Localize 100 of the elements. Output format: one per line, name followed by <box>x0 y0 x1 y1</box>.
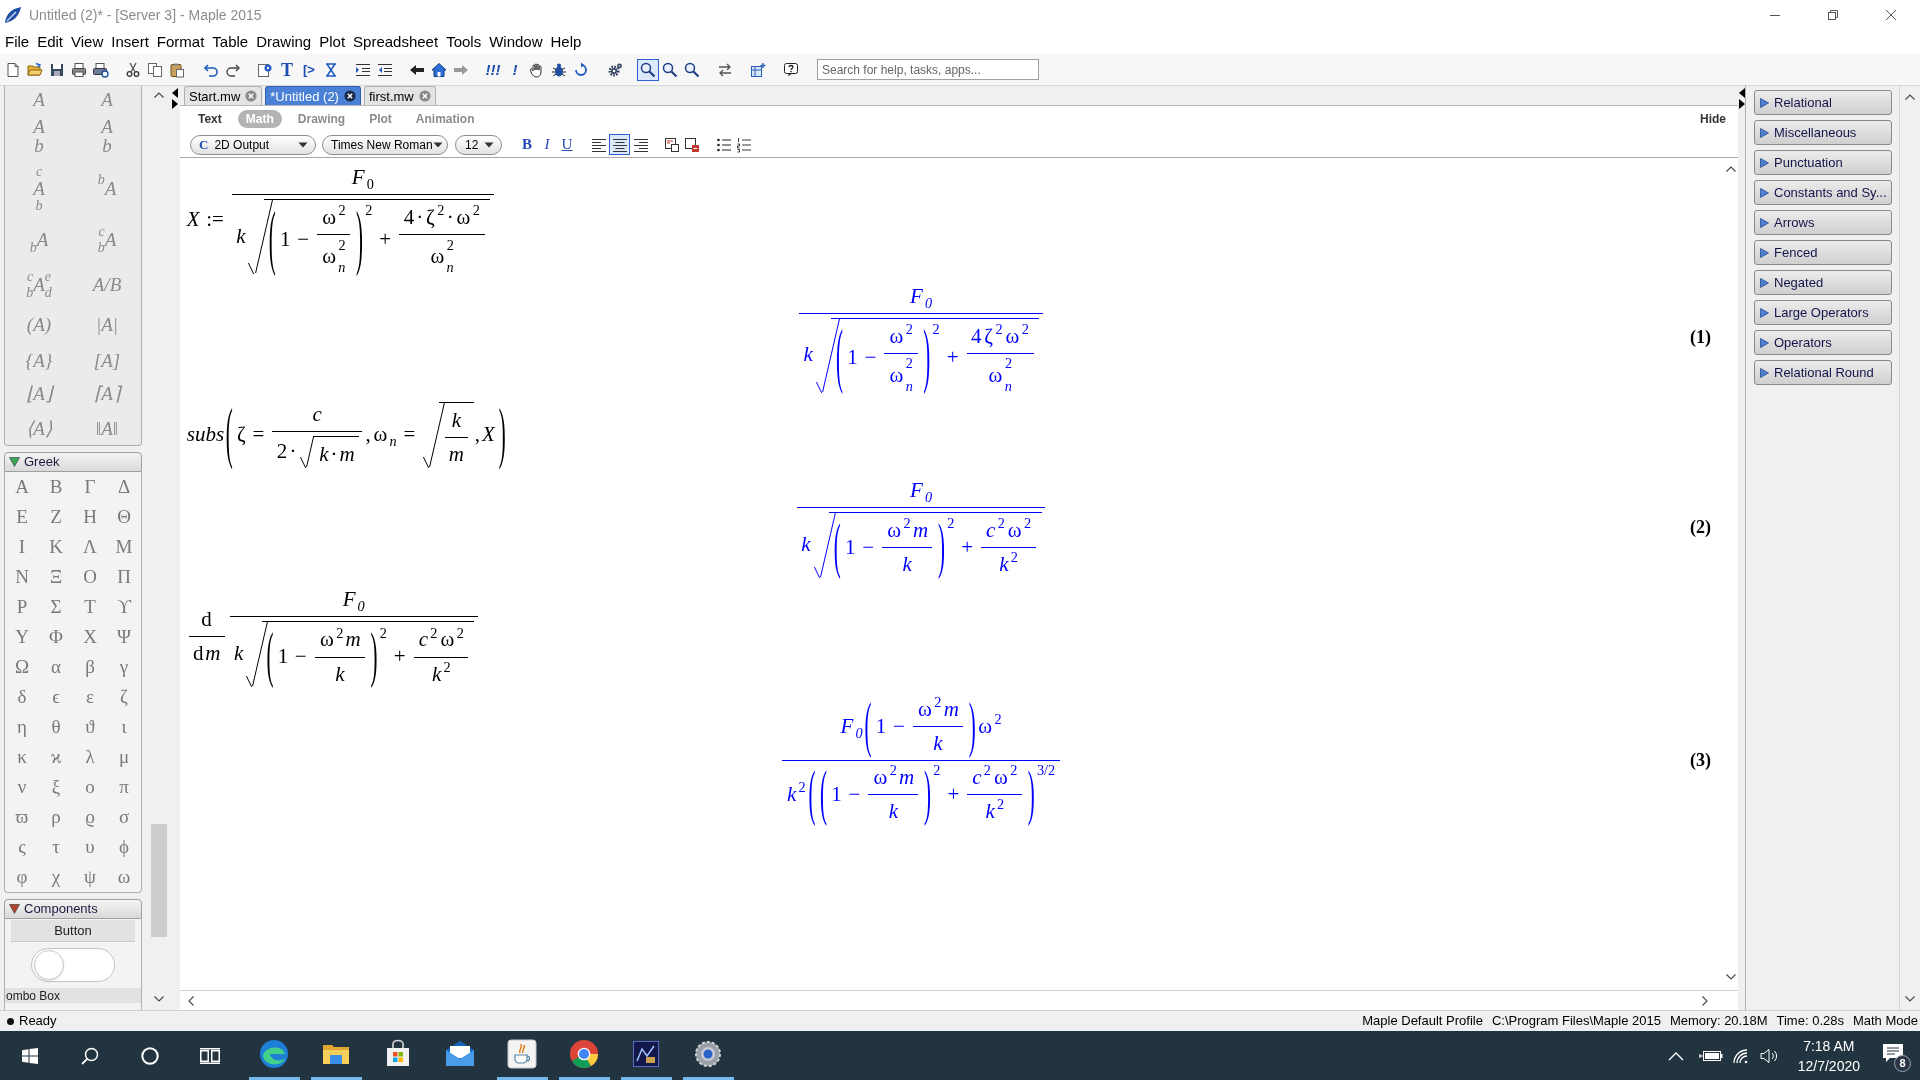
greek-symbol[interactable]: Χ <box>73 622 107 652</box>
palette-header[interactable]: Large Operators <box>1754 300 1892 325</box>
help-icon[interactable] <box>783 61 799 78</box>
palette-item[interactable]: ‖A‖ <box>73 410 141 446</box>
palette-item[interactable]: ombo Box <box>5 988 141 1003</box>
chevron-left-icon[interactable] <box>188 995 194 1006</box>
chevron-up-icon[interactable] <box>1904 94 1915 100</box>
palette-item[interactable]: A/B <box>73 263 141 306</box>
greek-symbol[interactable]: Ι <box>5 532 39 562</box>
execute-tool[interactable]: ! <box>504 58 526 81</box>
restore-icon[interactable] <box>1827 9 1839 21</box>
greek-symbol[interactable]: Ο <box>73 562 107 592</box>
close-icon[interactable] <box>1885 9 1897 21</box>
gears-icon[interactable] <box>607 61 623 78</box>
greek-symbol[interactable]: Τ <box>73 592 107 622</box>
chevron-down-icon[interactable] <box>154 996 164 1002</box>
coffee-cup-icon[interactable] <box>507 1039 537 1069</box>
save-icon[interactable] <box>49 61 65 78</box>
execute-all-tool[interactable]: !!! <box>482 58 504 81</box>
greek-symbol[interactable]: μ <box>107 742 141 772</box>
palette-item[interactable]: A b <box>73 112 141 160</box>
restart-icon[interactable] <box>573 61 589 78</box>
greek-symbol[interactable]: β <box>73 652 107 682</box>
greek-symbol[interactable]: π <box>107 772 141 802</box>
greek-symbol[interactable]: φ <box>5 862 39 892</box>
print-icon[interactable] <box>71 61 87 78</box>
menu-item[interactable]: Edit <box>33 32 68 52</box>
palette-item[interactable]: c A b <box>5 160 73 216</box>
greek-symbol[interactable]: τ <box>39 832 73 862</box>
greek-symbol[interactable]: Ρ <box>5 592 39 622</box>
document-tab[interactable]: first.mw <box>363 86 436 105</box>
greek-symbol[interactable]: ς <box>5 832 39 862</box>
greek-symbol[interactable]: ϖ <box>5 802 39 832</box>
close-icon[interactable] <box>343 90 356 102</box>
menu-item[interactable]: Help <box>546 32 586 52</box>
bold-toggle[interactable]: B <box>517 134 537 155</box>
greek-symbol[interactable]: λ <box>73 742 107 772</box>
hand-icon[interactable] <box>529 61 545 78</box>
greek-symbol[interactable]: Η <box>73 502 107 532</box>
palette-header[interactable]: Relational Round <box>1754 360 1892 385</box>
greek-symbol[interactable]: Ω <box>5 652 39 682</box>
outdent-icon[interactable] <box>377 61 393 78</box>
menu-item[interactable]: Spreadsheet <box>349 32 443 52</box>
greek-symbol[interactable]: η <box>5 712 39 742</box>
numbered-list-icon[interactable] <box>736 136 752 153</box>
palette-header[interactable]: Arrows <box>1754 210 1892 235</box>
scrollbar-thumb[interactable] <box>151 824 167 937</box>
triangle-left-icon[interactable] <box>171 88 178 98</box>
greek-symbol[interactable]: ϑ <box>73 712 107 742</box>
palette-header[interactable]: Operators <box>1754 330 1892 355</box>
align-button[interactable] <box>609 134 630 155</box>
wave-circle-icon[interactable] <box>259 1039 289 1069</box>
hourglass-icon[interactable] <box>323 61 339 78</box>
palette-header[interactable]: Miscellaneous <box>1754 120 1892 145</box>
text-tool[interactable]: T <box>276 58 298 81</box>
greek-symbol[interactable]: α <box>39 652 73 682</box>
chevron-up-icon[interactable] <box>154 92 164 98</box>
triangle-right-icon[interactable] <box>171 99 178 109</box>
palette-header[interactable]: Fenced <box>1754 240 1892 265</box>
search-icon[interactable] <box>81 1046 99 1065</box>
new-document-icon[interactable] <box>5 61 21 78</box>
greek-symbol[interactable]: κ <box>5 742 39 772</box>
triangle-left-icon[interactable] <box>1738 88 1745 98</box>
palette-header[interactable]: Relational <box>1754 90 1892 115</box>
palette-item[interactable]: {A} <box>5 343 73 377</box>
menu-item[interactable]: File <box>1 32 34 52</box>
envelope-icon[interactable] <box>445 1039 475 1069</box>
font-dropdown[interactable]: Times New Roman <box>322 134 448 155</box>
menu-item[interactable]: Plot <box>315 32 350 52</box>
scissors-icon[interactable] <box>125 61 141 78</box>
greek-symbol[interactable]: ο <box>73 772 107 802</box>
greek-symbol[interactable]: ψ <box>73 862 107 892</box>
wifi-icon[interactable] <box>1731 1047 1750 1064</box>
battery-icon[interactable] <box>1698 1048 1723 1063</box>
palette-item[interactable]: |A| <box>73 306 141 343</box>
greek-symbol[interactable]: θ <box>39 712 73 742</box>
open-folder-icon[interactable] <box>27 61 43 78</box>
circle-icon[interactable] <box>141 1046 159 1065</box>
menu-item[interactable]: Table <box>208 32 253 52</box>
size-dropdown[interactable]: 12 <box>455 134 502 155</box>
palette-item[interactable]: [A] <box>73 343 141 377</box>
chevron-down-icon[interactable] <box>1726 974 1736 980</box>
greek-symbol[interactable]: χ <box>39 862 73 892</box>
palette-item[interactable]: A <box>73 86 141 112</box>
greek-symbol[interactable]: Δ <box>107 472 141 502</box>
greek-symbol[interactable]: ε <box>73 682 107 712</box>
greek-symbol[interactable]: δ <box>5 682 39 712</box>
greek-symbol[interactable]: Θ <box>107 502 141 532</box>
context-tab[interactable]: Text <box>190 110 230 128</box>
greek-symbol[interactable]: ω <box>107 862 141 892</box>
chevron-up-icon[interactable] <box>1726 166 1736 172</box>
home-icon[interactable] <box>431 61 447 78</box>
menu-item[interactable]: Window <box>485 32 547 52</box>
greek-symbol[interactable]: Μ <box>107 532 141 562</box>
greek-symbol[interactable]: υ <box>73 832 107 862</box>
greek-symbol[interactable]: ρ <box>39 802 73 832</box>
document-tab[interactable]: Start.mw <box>184 86 263 105</box>
greek-symbol[interactable]: ι <box>107 712 141 742</box>
greek-symbol[interactable]: ϕ <box>107 832 141 862</box>
greek-symbol[interactable]: σ <box>107 802 141 832</box>
